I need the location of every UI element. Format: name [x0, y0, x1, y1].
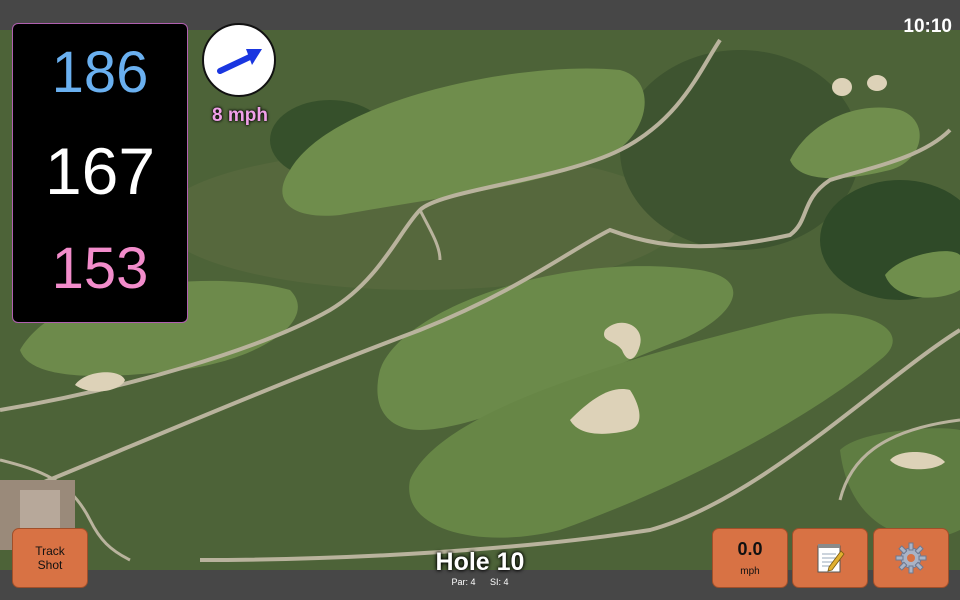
notepad-icon — [817, 544, 845, 573]
sand-bunker — [867, 75, 887, 91]
settings-button[interactable] — [873, 528, 949, 588]
wind-speed-label: 8 mph — [212, 105, 268, 126]
wind-direction-arrow-icon — [217, 49, 262, 74]
clock-time: 10:10 — [903, 16, 952, 37]
yardage-panel: 186 167 153 — [12, 23, 188, 323]
wind-indicator — [202, 23, 276, 97]
speed-value: 0.0 — [737, 539, 763, 559]
clubhouse-roof — [20, 490, 60, 530]
middle-yardage: 167 — [44, 134, 156, 208]
sand-bunker — [832, 78, 852, 96]
hole-par: Par: 4 — [451, 577, 476, 587]
gear-icon — [895, 542, 927, 574]
hole-stroke-index: SI: 4 — [490, 577, 509, 587]
back-yardage: 186 — [51, 40, 149, 105]
track-shot-button[interactable]: Track Shot — [12, 528, 88, 588]
speed-button[interactable]: 0.0 mph — [712, 528, 788, 588]
track-shot-label-line1: Track — [35, 544, 65, 558]
track-shot-label-line2: Shot — [37, 558, 63, 572]
front-yardage: 153 — [51, 236, 149, 301]
speed-unit: mph — [740, 566, 760, 577]
hole-title: Hole 10 — [435, 548, 525, 576]
notes-button[interactable] — [792, 528, 868, 588]
hole-info: Par: 4 SI: 4 — [400, 577, 560, 587]
